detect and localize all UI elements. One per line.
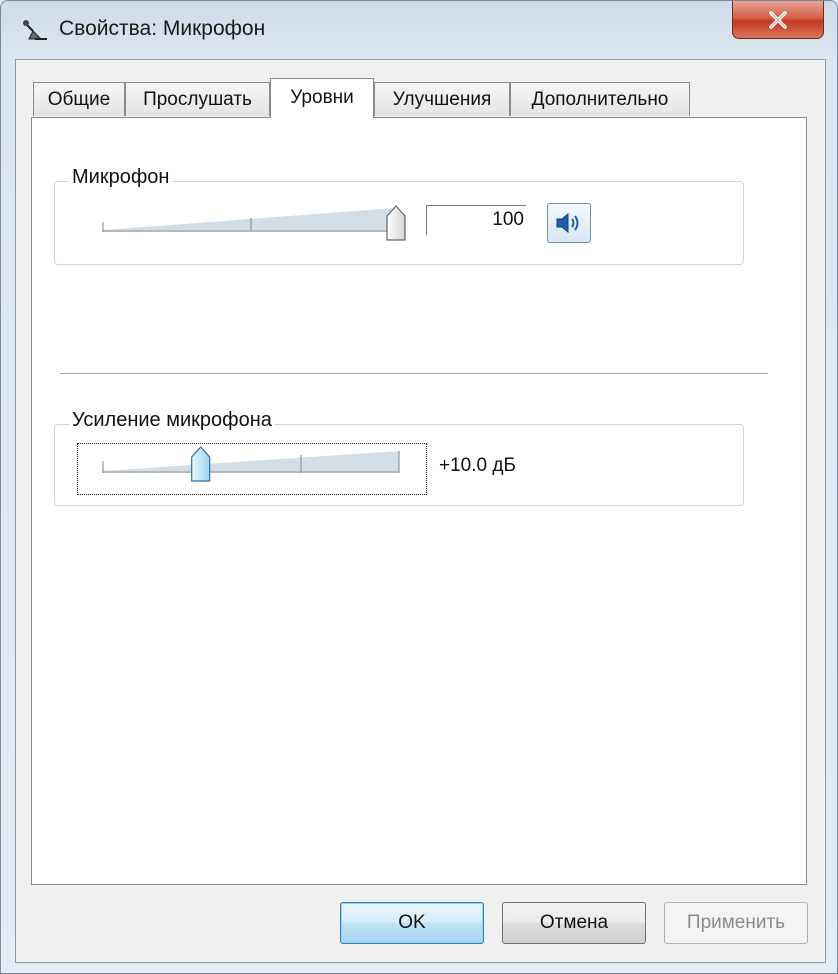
apply-button[interactable]: Применить [664, 902, 808, 944]
speaker-icon [556, 212, 579, 234]
microphone-volume-value[interactable]: 100 [426, 205, 526, 235]
microphone-mute-button[interactable] [547, 203, 591, 243]
slider-track-fill [103, 451, 399, 471]
section-divider [60, 373, 768, 374]
microphone-boost-group: Усиление микрофона +10.0 дБ [54, 409, 744, 506]
tab-advanced[interactable]: Дополнительно [510, 82, 690, 116]
tab-levels[interactable]: Уровни [270, 78, 374, 118]
microphone-icon [23, 20, 47, 40]
window-title: Свойства: Микрофон [59, 17, 266, 40]
title-bar[interactable]: Свойства: Микрофон [1, 1, 837, 59]
microphone-label: Микрофон [69, 166, 173, 189]
ok-button[interactable]: OK [340, 902, 484, 944]
slider-track-fill [103, 208, 396, 230]
dialog-client-area: Общие Прослушать Уровни Улучшения Дополн… [15, 59, 826, 963]
slider-thumb[interactable] [191, 446, 211, 482]
dialog-window: Свойства: Микрофон Общие Прослушать Уров… [0, 0, 838, 974]
cancel-button[interactable]: Отмена [502, 902, 646, 944]
close-icon [769, 10, 787, 29]
microphone-boost-slider[interactable] [101, 445, 413, 489]
tab-listen[interactable]: Прослушать [125, 82, 270, 116]
tab-enhancements[interactable]: Улучшения [374, 82, 510, 116]
levels-panel: Микрофон 100 Усиление микрофона +10.0 дБ [31, 117, 807, 885]
close-button[interactable] [732, 1, 824, 39]
microphone-group: Микрофон 100 [54, 166, 744, 265]
microphone-boost-label: Усиление микрофона [69, 409, 275, 432]
tab-general[interactable]: Общие [33, 82, 125, 116]
microphone-volume-slider[interactable] [101, 200, 413, 244]
microphone-boost-value: +10.0 дБ [439, 455, 516, 476]
